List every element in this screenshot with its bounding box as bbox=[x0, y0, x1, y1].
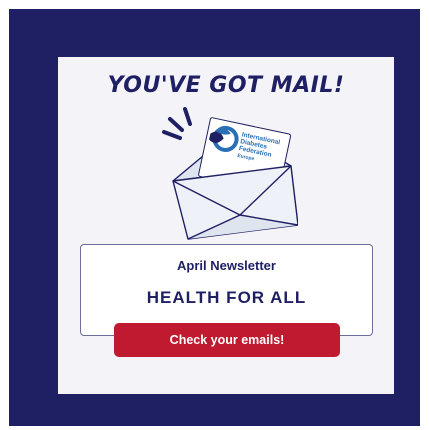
newsletter-label: April Newsletter bbox=[177, 258, 276, 273]
newsletter-title: HEALTH FOR ALL bbox=[146, 288, 307, 307]
headline: YOU'VE GOT MAIL! bbox=[107, 73, 345, 98]
newsletter-card: YOU'VE GOT MAIL! International Diabetes … bbox=[58, 57, 394, 394]
excitement-marks-icon bbox=[162, 107, 192, 140]
envelope-illustration: International Diabetes Federation Europe bbox=[162, 107, 298, 240]
check-emails-button[interactable]: Check your emails! bbox=[114, 323, 340, 357]
